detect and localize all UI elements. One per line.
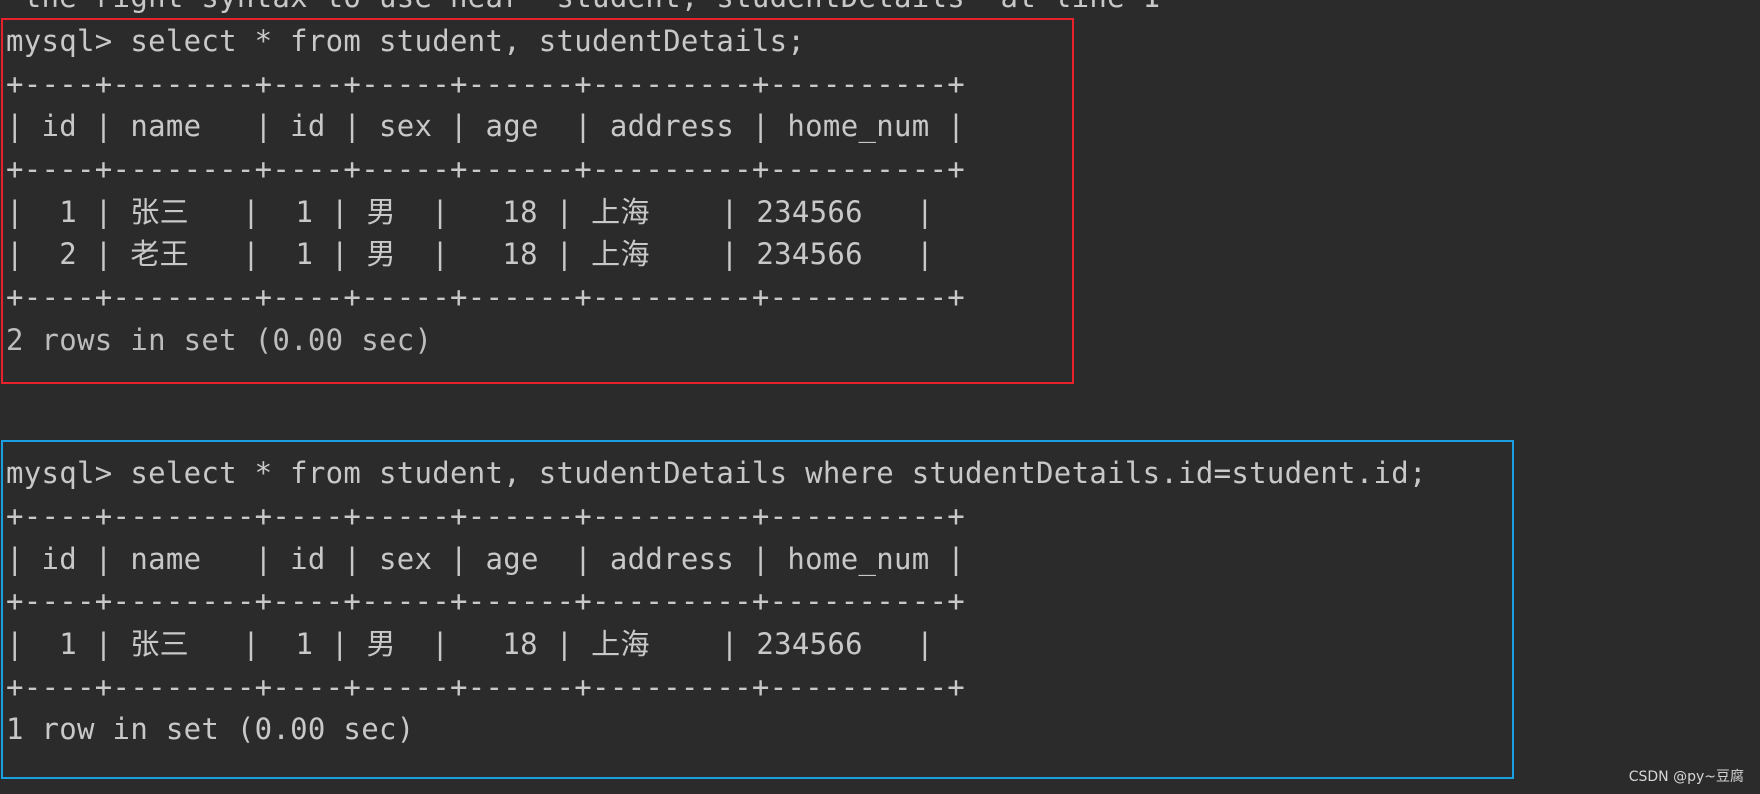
- query2-command: mysql> select * from student, studentDet…: [6, 456, 1427, 490]
- terminal-output: the right syntax to use near 'student, s…: [0, 0, 1760, 794]
- query2-result-summary: 1 row in set (0.00 sec): [6, 712, 415, 746]
- query2-border-mid: +----+--------+----+-----+------+-------…: [6, 584, 966, 618]
- watermark: CSDN @py~豆腐: [1628, 769, 1744, 785]
- query1-header-row: | id | name | id | sex | age | address |…: [6, 109, 966, 143]
- previous-error-text: the right syntax to use near 'student, s…: [6, 0, 1160, 15]
- query1-border-bottom: +----+--------+----+-----+------+-------…: [6, 280, 966, 314]
- query1-border-mid: +----+--------+----+-----+------+-------…: [6, 152, 966, 186]
- query2-border-bottom: +----+--------+----+-----+------+-------…: [6, 670, 966, 704]
- query1-data-row: | 2 | 老王 | 1 | 男 | 18 | 上海 | 234566 |: [6, 237, 934, 271]
- query2-border-top: +----+--------+----+-----+------+-------…: [6, 499, 966, 533]
- query2-data-row: | 1 | 张三 | 1 | 男 | 18 | 上海 | 234566 |: [6, 627, 934, 661]
- query1-command: mysql> select * from student, studentDet…: [6, 24, 806, 58]
- query1-result-summary: 2 rows in set (0.00 sec): [6, 323, 433, 357]
- query1-data-row: | 1 | 张三 | 1 | 男 | 18 | 上海 | 234566 |: [6, 195, 934, 229]
- query1-border-top: +----+--------+----+-----+------+-------…: [6, 67, 966, 101]
- query2-header-row: | id | name | id | sex | age | address |…: [6, 542, 966, 576]
